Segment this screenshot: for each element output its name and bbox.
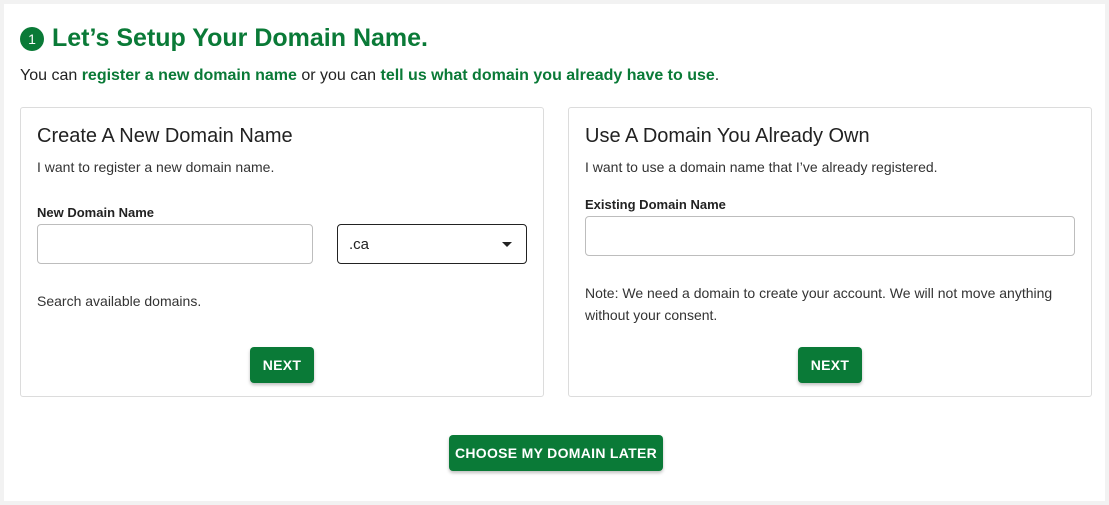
page-title: Let’s Setup Your Domain Name. [52, 24, 429, 52]
new-domain-card: Create A New Domain Name I want to regis… [20, 107, 544, 397]
existing-domain-input[interactable] [585, 216, 1075, 256]
register-new-domain-link[interactable]: register a new domain name [82, 67, 297, 84]
existing-domain-card-description: I want to use a domain name that I’ve al… [585, 159, 938, 175]
new-domain-field-label: New Domain Name [37, 205, 155, 220]
step-number-badge: 1 [20, 26, 44, 51]
choose-domain-later-button[interactable]: CHOOSE MY DOMAIN LATER [449, 435, 663, 471]
domain-setup-page: 1 Let’s Setup Your Domain Name. You can … [4, 4, 1105, 501]
section-heading: 1 Let’s Setup Your Domain Name. [20, 24, 428, 53]
intro-prefix: You can [20, 67, 82, 84]
existing-domain-next-button[interactable]: NEXT [798, 347, 862, 383]
existing-domain-field-label: Existing Domain Name [585, 197, 726, 212]
intro-middle: or you can [296, 67, 381, 84]
intro-text: You can register a new domain name or yo… [20, 67, 719, 85]
search-domains-helper: Search available domains. [37, 293, 202, 309]
intro-suffix: . [714, 67, 720, 84]
new-domain-card-description: I want to register a new domain name. [37, 159, 275, 175]
use-existing-domain-link[interactable]: tell us what domain you already have to … [380, 67, 714, 84]
consent-note: Note: We need a domain to create your ac… [585, 285, 1053, 323]
new-domain-card-title: Create A New Domain Name [37, 125, 293, 147]
caret-down-icon [502, 241, 512, 247]
existing-domain-card-title: Use A Domain You Already Own [585, 125, 870, 147]
new-domain-next-button[interactable]: NEXT [250, 347, 314, 383]
existing-domain-card: Use A Domain You Already Own I want to u… [568, 107, 1092, 397]
tld-selected-value: .ca [349, 235, 370, 253]
new-domain-input[interactable] [37, 224, 313, 264]
tld-select[interactable]: .ca [337, 224, 527, 264]
